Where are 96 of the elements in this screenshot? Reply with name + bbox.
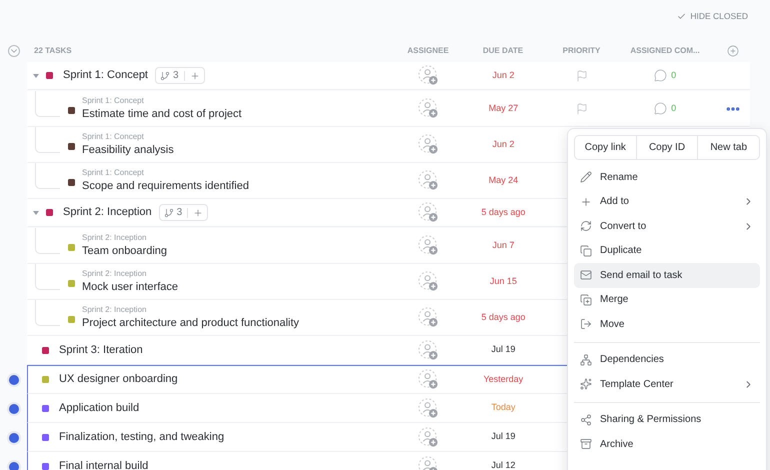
status-square[interactable] (68, 107, 75, 114)
due-date[interactable]: Jul 19 (491, 430, 516, 444)
parent-label: Sprint 2: Inception (82, 306, 148, 314)
status-square[interactable] (68, 179, 75, 186)
due-date[interactable]: May 27 (488, 102, 518, 116)
add-assignee-icon[interactable] (418, 98, 439, 119)
add-icon[interactable] (190, 70, 200, 80)
parent-label: Sprint 2: Inception (82, 234, 148, 242)
add-assignee-icon[interactable] (418, 307, 439, 328)
due-date[interactable]: Jun 7 (492, 238, 514, 252)
subtask-count: 3 (173, 69, 179, 83)
comment-icon[interactable] (654, 102, 668, 115)
task-row[interactable]: Sprint 1: Concept 3 Jun 2 0 (27, 62, 750, 90)
due-date[interactable]: Jun 2 (492, 68, 514, 82)
due-date[interactable]: Yesterday (483, 372, 524, 386)
quick-action-button[interactable]: Copy link (575, 136, 636, 159)
status-square[interactable] (42, 404, 49, 412)
add-assignee-icon[interactable] (418, 271, 439, 292)
pencil-icon (580, 171, 592, 184)
flag-icon[interactable] (576, 70, 588, 82)
copy-plus-icon (580, 294, 592, 306)
task-name[interactable]: Application build (59, 400, 140, 416)
menu-item-label: Archive (600, 438, 634, 452)
due-date[interactable]: Jun 15 (490, 274, 517, 288)
subtask-icon (160, 70, 170, 80)
status-square[interactable] (68, 143, 75, 150)
menu-item[interactable]: Send email to task (574, 263, 760, 288)
add-assignee-icon[interactable] (418, 170, 439, 191)
add-assignee-icon[interactable] (418, 398, 439, 418)
status-square[interactable] (42, 434, 49, 440)
add-icon[interactable] (193, 208, 204, 218)
menu-item-label: Dependencies (600, 353, 664, 368)
task-name[interactable]: Finalization, testing, and tweaking (59, 428, 224, 446)
menu-item-label: Duplicate (600, 244, 642, 258)
arrows-circle-icon (580, 220, 592, 232)
task-name[interactable]: Final internal build (59, 458, 148, 470)
add-assignee-icon[interactable] (418, 65, 439, 86)
add-assignee-icon[interactable] (418, 340, 439, 360)
task-name[interactable]: UX designer onboarding (59, 371, 178, 388)
add-assignee-icon[interactable] (418, 235, 439, 256)
caret-icon[interactable] (33, 210, 39, 214)
subtask-count-badge[interactable]: 3 (158, 204, 208, 221)
flag-icon[interactable] (576, 102, 588, 114)
sparkles-icon (580, 378, 592, 390)
add-assignee-icon[interactable] (418, 426, 439, 448)
due-date[interactable]: Jul 12 (491, 459, 516, 470)
menu-item-label: Rename (600, 170, 638, 185)
quick-action-button[interactable]: Copy ID (636, 136, 698, 159)
add-assignee-icon[interactable] (418, 202, 439, 223)
caret-icon[interactable] (33, 74, 39, 78)
hide-closed-button[interactable]: HIDE CLOSED (677, 10, 748, 22)
due-date[interactable]: 5 days ago (481, 310, 526, 324)
network-icon (580, 354, 592, 366)
menu-item-label: Move (600, 318, 624, 332)
check-icon (677, 12, 686, 20)
share-icon (580, 414, 592, 426)
exit-icon (580, 318, 592, 330)
task-name[interactable]: Estimate time and cost of project (82, 109, 242, 120)
task-name[interactable]: Sprint 2: Inception (63, 204, 152, 221)
task-name[interactable]: Sprint 3: Iteration (59, 342, 143, 358)
status-square[interactable] (42, 346, 49, 354)
status-square[interactable] (42, 462, 49, 470)
quick-action-button[interactable]: New tab (697, 136, 760, 159)
comment-icon[interactable] (654, 69, 668, 82)
subtask-count-badge[interactable]: 3 (155, 67, 205, 84)
add-assignee-icon[interactable] (418, 369, 439, 390)
due-date[interactable]: 5 days ago (481, 206, 526, 220)
due-date[interactable]: Jun 2 (492, 138, 514, 152)
task-name[interactable]: Scope and requirements identified (82, 181, 249, 192)
due-date[interactable]: Jul 19 (491, 343, 516, 357)
add-assignee-icon[interactable] (418, 134, 439, 155)
archive-icon (580, 438, 592, 450)
task-name[interactable]: Feasibility analysis (82, 145, 174, 156)
add-assignee-icon[interactable] (418, 456, 439, 470)
plus-icon (580, 196, 592, 208)
menu-item-label: Send email to task (600, 268, 682, 283)
mail-icon (580, 269, 592, 282)
task-row[interactable]: Sprint 1: Concept Estimate time and cost of project May 27 0 (27, 91, 750, 127)
task-name[interactable]: Team onboarding (82, 246, 168, 257)
collapse-icon[interactable] (8, 45, 20, 57)
task-name[interactable]: Project architecture and product functionality (82, 318, 300, 329)
add-column-icon[interactable] (726, 45, 738, 57)
task-name[interactable]: Mock user interface (82, 282, 178, 293)
parent-label: Sprint 1: Concept (82, 133, 145, 141)
parent-label: Sprint 2: Inception (82, 270, 148, 278)
due-date[interactable]: May 24 (488, 174, 518, 188)
subtask-count: 3 (176, 206, 182, 220)
task-name[interactable]: Sprint 1: Concept (63, 67, 148, 84)
task-count: 22 TASKS (34, 45, 73, 57)
copy-icon (580, 244, 592, 257)
parent-label: Sprint 1: Concept (82, 97, 145, 105)
menu-item-label: Template Center (600, 378, 674, 392)
comment-count: 0 (671, 102, 676, 115)
parent-label: Sprint 1: Concept (82, 169, 145, 177)
comment-count: 0 (671, 68, 676, 82)
subtask-icon (164, 208, 174, 218)
